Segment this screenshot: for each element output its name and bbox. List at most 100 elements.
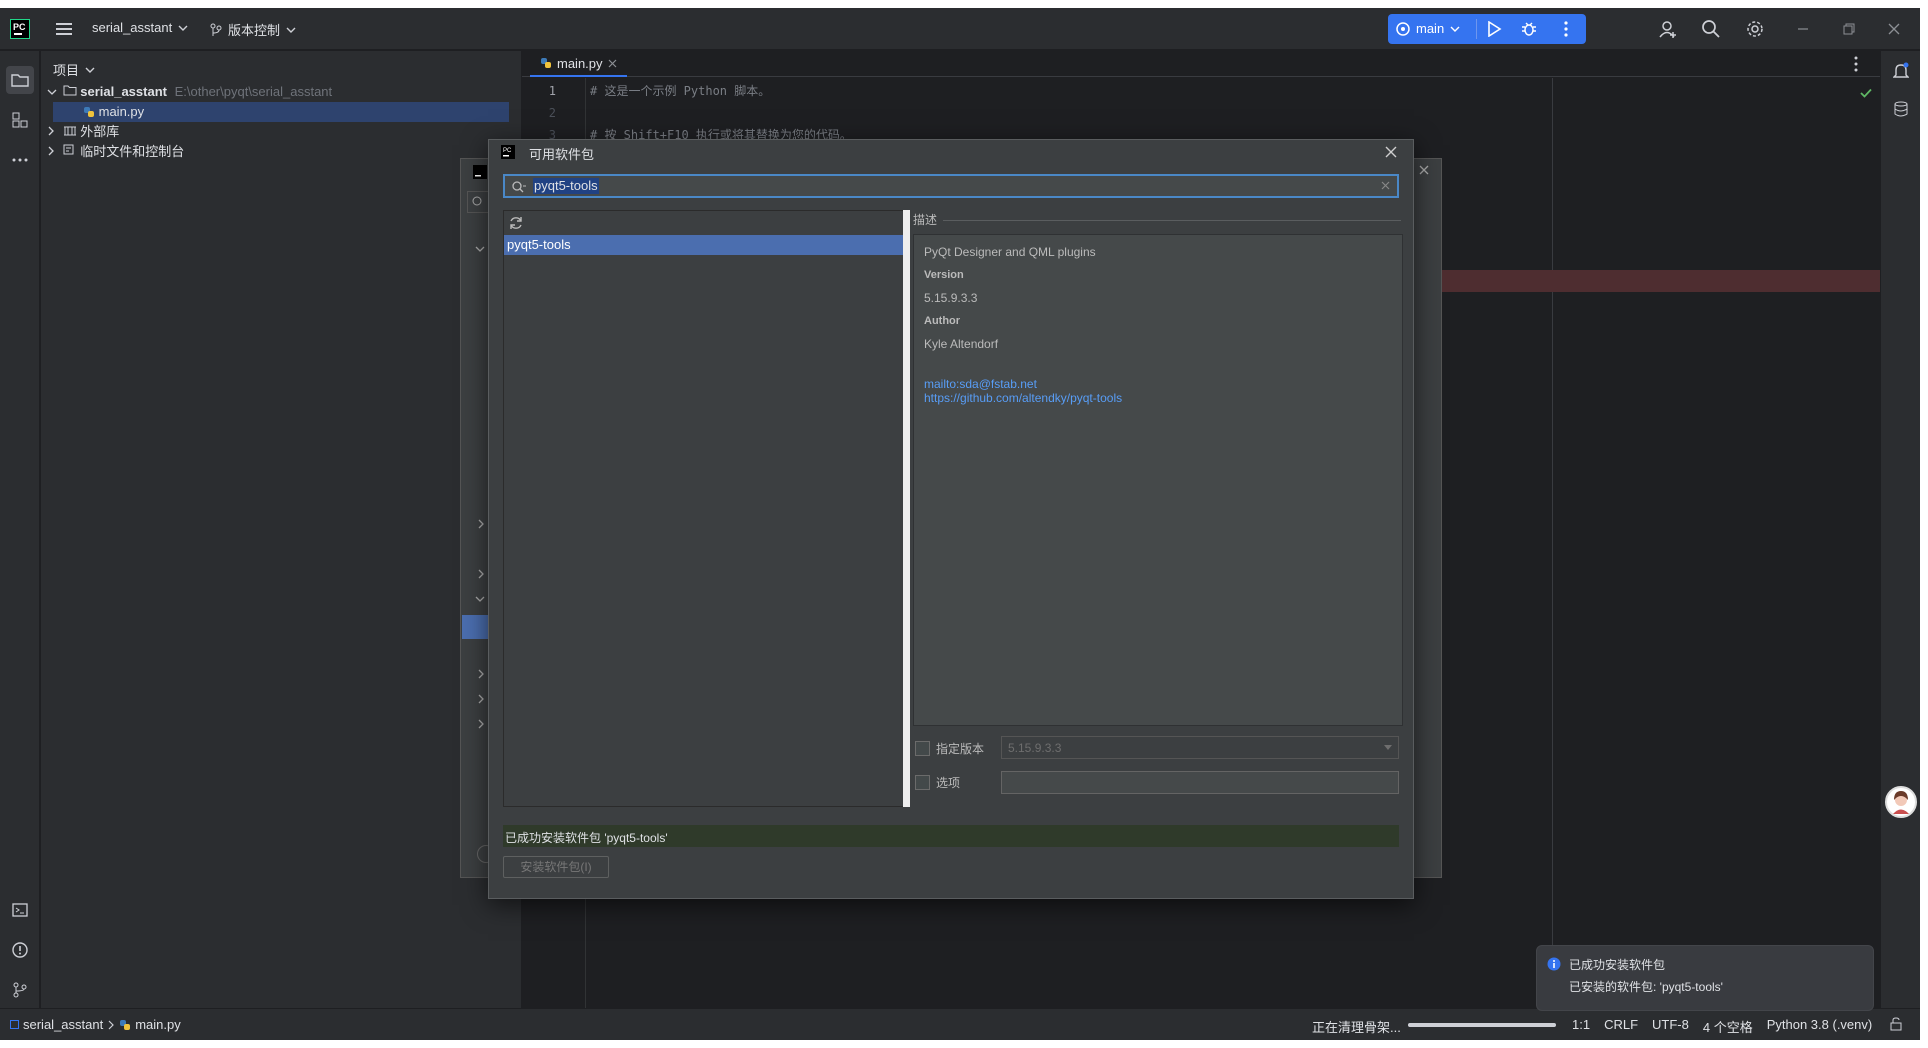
chevron-down-icon[interactable] xyxy=(475,245,485,253)
splitter-handle[interactable] xyxy=(903,210,910,807)
tree-row-scratches[interactable]: 临时文件和控制台 xyxy=(47,142,184,162)
minimize-icon[interactable] xyxy=(1789,15,1817,43)
account-icon[interactable] xyxy=(1654,15,1682,43)
pycharm-logo-icon: PC xyxy=(501,145,515,159)
run-icon[interactable] xyxy=(1486,21,1502,37)
chevron-down-icon xyxy=(85,66,95,74)
description-title: 描述 xyxy=(913,213,944,227)
interpreter-selector[interactable]: Python 3.8 (.venv) xyxy=(1767,1017,1873,1036)
run-config-selector[interactable]: main xyxy=(1396,21,1460,36)
task-progress-fill xyxy=(1408,1023,1556,1027)
more-actions-icon[interactable] xyxy=(1564,21,1568,37)
chevron-right-icon[interactable] xyxy=(477,519,485,529)
file-encoding[interactable]: UTF-8 xyxy=(1652,1017,1689,1036)
chevron-down-icon xyxy=(286,26,296,34)
options-label: 选项 xyxy=(936,776,961,790)
structure-icon[interactable] xyxy=(6,106,34,134)
package-summary: PyQt Designer and QML plugins xyxy=(924,245,1096,259)
close-dialog-icon[interactable] xyxy=(1385,146,1397,158)
tree-row-external-libs[interactable]: 外部库 xyxy=(47,122,119,142)
chevron-right-icon xyxy=(107,1020,115,1030)
main-menu-icon[interactable] xyxy=(50,15,78,43)
repo-link[interactable]: https://github.com/altendky/pyqt-tools xyxy=(924,391,1392,405)
refresh-icon[interactable] xyxy=(508,215,524,231)
list-item[interactable]: pyqt5-tools xyxy=(504,235,909,255)
chevron-right-icon[interactable] xyxy=(477,719,485,729)
line-separator[interactable]: CRLF xyxy=(1604,1017,1638,1036)
assistant-avatar[interactable] xyxy=(1885,786,1917,818)
caret-position[interactable]: 1:1 xyxy=(1572,1017,1590,1036)
database-icon[interactable] xyxy=(1887,95,1915,123)
options-option[interactable]: 选项 xyxy=(915,774,960,791)
chevron-down-icon xyxy=(178,24,188,32)
options-input[interactable] xyxy=(1001,771,1399,794)
chevron-down-icon xyxy=(1450,25,1460,33)
project-name: serial_asstant xyxy=(92,20,173,35)
problems-icon[interactable] xyxy=(6,936,34,964)
scratches-label: 临时文件和控制台 xyxy=(80,144,185,159)
root-folder-name: serial_asstant xyxy=(80,84,167,99)
module-icon xyxy=(10,1020,19,1029)
settings-gear-icon[interactable] xyxy=(1741,15,1769,43)
tree-row-root[interactable]: serial_asstant E:\other\pyqt\serial_asst… xyxy=(47,82,517,102)
tab-main-py[interactable]: main.py xyxy=(530,51,627,77)
project-selector[interactable]: serial_asstant xyxy=(92,20,188,35)
project-folder-icon[interactable] xyxy=(6,66,34,94)
chevron-down-icon[interactable] xyxy=(475,595,485,603)
close-icon[interactable] xyxy=(1419,165,1429,175)
task-progress-bar xyxy=(1408,1023,1556,1027)
notification-balloon[interactable]: 已成功安装软件包 已安装的软件包: 'pyqt5-tools' xyxy=(1536,945,1874,1011)
restore-icon[interactable] xyxy=(1835,15,1863,43)
dropdown-arrow-icon xyxy=(1384,745,1392,750)
git-icon[interactable] xyxy=(6,976,34,1004)
project-panel: 项目 serial_asstant E:\other\pyqt\serial_a… xyxy=(41,51,522,1008)
line-number: 2 xyxy=(548,106,556,120)
notifications-bell-icon[interactable] xyxy=(1887,57,1915,85)
python-config-icon xyxy=(1396,21,1410,36)
chevron-right-icon[interactable] xyxy=(477,694,485,704)
chevron-right-icon[interactable] xyxy=(477,669,485,679)
breadcrumb-file[interactable]: main.py xyxy=(135,1017,181,1032)
selected-settings-item[interactable] xyxy=(462,615,489,639)
version-select[interactable]: 5.15.9.3.3 xyxy=(1001,736,1399,759)
status-widgets: 1:1 CRLF UTF-8 4 个空格 Python 3.8 (.venv) xyxy=(1572,1017,1872,1036)
search-input-value: pyqt5-tools xyxy=(533,178,599,194)
breadcrumb-project[interactable]: serial_asstant xyxy=(23,1017,103,1032)
close-window-icon[interactable] xyxy=(1880,15,1908,43)
code-line[interactable]: 2 xyxy=(522,102,1852,124)
version-value: 5.15.9.3.3 xyxy=(924,291,978,305)
author-label: Author xyxy=(924,315,961,327)
tree-row-main-py[interactable]: main.py xyxy=(53,102,509,122)
python-file-icon xyxy=(540,57,552,69)
options-checkbox[interactable] xyxy=(915,775,930,790)
package-search-field[interactable]: pyqt5-tools xyxy=(503,174,1399,198)
code-lines: 1 # 这是一个示例 Python 脚本。 2 3 # 按 Shift+F10 … xyxy=(522,80,1852,146)
tab-options-icon[interactable] xyxy=(1854,56,1858,72)
specify-version-option[interactable]: 指定版本 xyxy=(915,740,984,757)
close-tab-icon[interactable] xyxy=(608,59,617,68)
chevron-right-icon[interactable] xyxy=(477,569,485,579)
background-task-label[interactable]: 正在清理骨架... xyxy=(1312,1017,1401,1036)
python-file-icon xyxy=(83,106,95,118)
chevron-down-icon xyxy=(47,82,59,102)
root-folder-path: E:\other\pyqt\serial_asstant xyxy=(174,84,333,99)
specify-version-label: 指定版本 xyxy=(936,742,985,756)
specify-version-checkbox[interactable] xyxy=(915,741,930,756)
unlock-icon[interactable] xyxy=(1890,1017,1902,1031)
email-link[interactable]: mailto:sda@fstab.net xyxy=(924,377,1392,391)
terminal-icon[interactable] xyxy=(6,896,34,924)
chevron-right-icon xyxy=(47,142,59,162)
line-number: 1 xyxy=(548,84,556,98)
debug-icon[interactable] xyxy=(1521,21,1537,37)
search-icon[interactable] xyxy=(467,191,489,213)
more-tools-icon[interactable] xyxy=(6,146,34,174)
project-panel-title: 项目 xyxy=(53,63,80,78)
indent-setting[interactable]: 4 个空格 xyxy=(1703,1017,1753,1036)
clear-search-icon[interactable] xyxy=(1381,181,1390,190)
code-line[interactable]: 1 # 这是一个示例 Python 脚本。 xyxy=(522,80,1852,102)
vcs-menu[interactable]: 版本控制 xyxy=(210,20,296,39)
search-icon[interactable] xyxy=(1697,15,1725,43)
project-view-selector[interactable]: 项目 xyxy=(53,60,95,79)
install-package-button[interactable]: 安装软件包(I) xyxy=(503,856,609,878)
vcs-label: 版本控制 xyxy=(228,23,281,38)
